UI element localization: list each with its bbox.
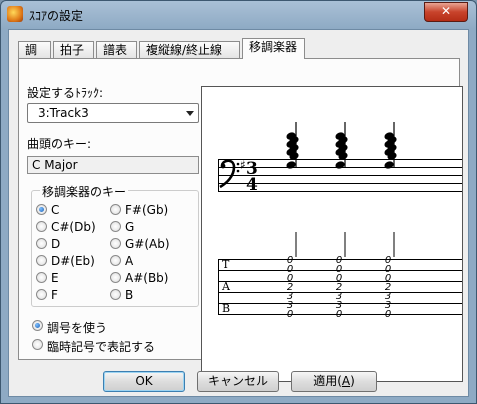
radio-dot: [110, 289, 121, 300]
title-bar[interactable]: ｽｺｱの設定 ✕: [1, 1, 476, 29]
sharp-icon: ♯: [240, 158, 246, 172]
key-label: 曲頭のキー:: [27, 137, 92, 151]
chevron-down-icon: [186, 111, 194, 116]
track-label: 設定するﾄﾗｯｸ:: [27, 86, 104, 100]
fret-number: 0: [287, 309, 293, 320]
tab-staff[interactable]: 譜表: [96, 41, 137, 58]
cancel-button[interactable]: キャンセル: [197, 371, 279, 392]
track-select[interactable]: 3:Track3: [27, 103, 199, 123]
radio-dot: [36, 255, 47, 266]
radio-dot: [36, 238, 47, 249]
time-signature-bottom: 4: [246, 175, 258, 195]
radio-dot: [110, 221, 121, 232]
apply-button[interactable]: 適用(A): [291, 371, 377, 392]
track-select-value: 3:Track3: [38, 106, 89, 120]
score-preview-svg: ♯ 3 4 T A B 0 0 0 2 3 3 0 0 0 0 2 3 3 0 …: [218, 122, 462, 320]
chord-3: [384, 122, 397, 169]
chord-1: [286, 122, 299, 169]
dialog-window: ｽｺｱの設定 ✕ 調 拍子 譜表 複縦線/終止線 移調楽器 設定するﾄﾗｯｸ: …: [0, 0, 477, 404]
radio-dot: [110, 204, 121, 215]
tab-letter-t: T: [222, 258, 230, 271]
score-preview: ♯ 3 4 T A B 0 0 0 2 3 3 0 0 0 0 2 3 3 0 …: [201, 86, 463, 382]
app-icon: [7, 6, 23, 22]
close-button[interactable]: ✕: [424, 2, 468, 22]
transpose-key-group: 移調楽器のキー C F#(Gb) C#(Db) G D G#(Ab) D#(Eb…: [31, 183, 199, 307]
radio-dot: [32, 320, 43, 331]
radio-dot: [36, 221, 47, 232]
window-title: ｽｺｱの設定: [29, 9, 84, 23]
chord-notes: [286, 122, 397, 169]
ok-button[interactable]: OK: [103, 371, 185, 392]
tab-fret-numbers: 0 0 0 2 3 3 0 0 0 0 2 3 3 0 0 0 0 2 3 3 …: [287, 255, 391, 320]
key-field: C Major: [27, 156, 199, 174]
radio-dot: [36, 289, 47, 300]
key-value: C Major: [32, 158, 78, 172]
radio-dot: [36, 272, 47, 283]
dialog-body: 調 拍子 譜表 複縦線/終止線 移調楽器 設定するﾄﾗｯｸ: 3:Track3 …: [8, 29, 469, 397]
radio-dot: [110, 255, 121, 266]
tab-key[interactable]: 調: [18, 41, 51, 58]
tab-barlines[interactable]: 複縦線/終止線: [139, 41, 240, 58]
tab-letter-a: A: [221, 280, 231, 293]
transpose-key-legend: 移調楽器のキー: [40, 183, 129, 200]
chord-2: [335, 122, 348, 169]
tab-letter-b: B: [222, 302, 230, 315]
radio-dot: [110, 272, 121, 283]
radio-dot: [32, 339, 43, 350]
radio-dot: [110, 238, 121, 249]
fret-number: 0: [385, 309, 391, 320]
tab-time-signature[interactable]: 拍子: [53, 41, 94, 58]
fret-number: 0: [336, 309, 342, 320]
tab-transposing-instrument[interactable]: 移調楽器: [242, 38, 305, 59]
radio-dot: [36, 204, 47, 215]
